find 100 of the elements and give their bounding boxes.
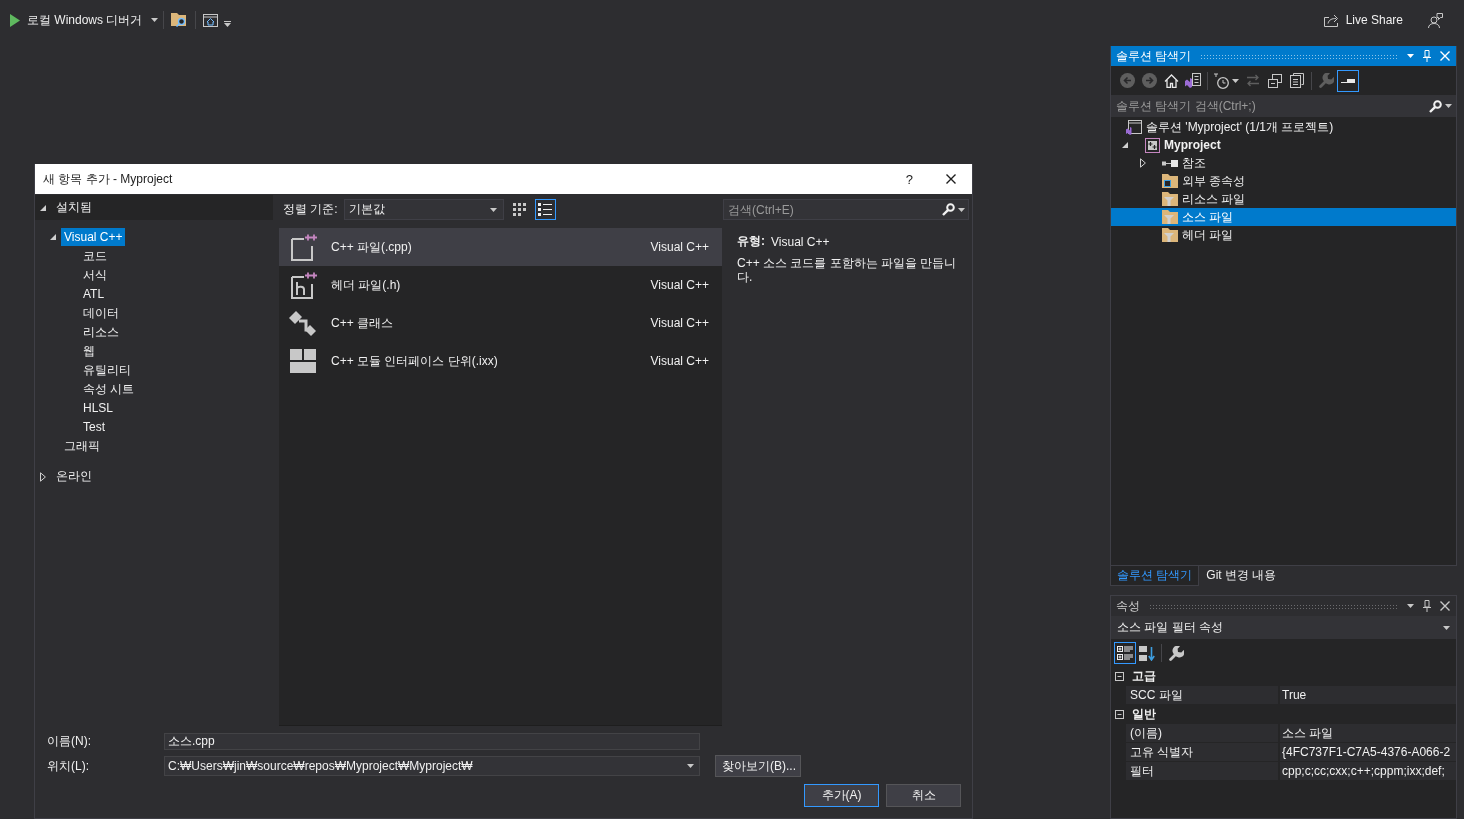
panel-title: 속성 — [1116, 597, 1140, 615]
tree-item[interactable]: 헤더 파일 — [1111, 226, 1456, 244]
debugger-button[interactable]: 로컬 Windows 디버거 — [10, 8, 159, 32]
category-item[interactable]: 속성 시트 — [80, 379, 138, 398]
template-name: C++ 모듈 인터페이스 단위(.ixx) — [331, 352, 499, 370]
property-name: 필터 — [1126, 762, 1278, 780]
caret-icon[interactable] — [1445, 104, 1452, 108]
collapsed-arrow-icon[interactable] — [40, 471, 46, 482]
category-item[interactable]: 그래픽 — [61, 436, 103, 455]
location-combobox[interactable]: C:₩Users₩jin₩source₩repos₩Myproject₩Myproject₩ — [164, 756, 700, 776]
list-view-icon — [538, 203, 553, 216]
add-button[interactable]: 추가(A) — [804, 784, 879, 807]
category-item[interactable]: HLSL — [80, 398, 117, 417]
category-item[interactable]: 데이터 — [80, 303, 122, 322]
header-file-icon — [289, 271, 317, 299]
category-item[interactable]: 코드 — [80, 246, 110, 265]
template-name: C++ 클래스 — [331, 314, 394, 332]
section-header[interactable]: 온라인 — [35, 464, 273, 489]
cancel-button[interactable]: 취소 — [886, 784, 961, 807]
pin-icon[interactable] — [1423, 50, 1431, 62]
folder-search-icon[interactable] — [171, 13, 188, 27]
minus-box-icon[interactable] — [1115, 672, 1124, 681]
tree-item[interactable]: 외부 종속성 — [1111, 172, 1456, 190]
template-category: Visual C++ — [650, 316, 709, 330]
tree-item[interactable]: 소스 파일 — [1111, 208, 1456, 226]
window-home-icon[interactable] — [203, 13, 219, 27]
collapsed-arrow-icon[interactable] — [1140, 158, 1146, 168]
caret-icon[interactable] — [489, 207, 497, 212]
caret-icon[interactable] — [151, 18, 159, 22]
caret-icon[interactable] — [1443, 625, 1450, 630]
filter-folder-icon — [1162, 228, 1178, 242]
location-label: 위치(L): — [47, 757, 90, 775]
cpp-file-icon — [289, 233, 317, 261]
browse-button[interactable]: 찾아보기(B)... — [715, 755, 801, 777]
wrench-icon — [1168, 645, 1184, 661]
category-label: 고급 — [1132, 668, 1156, 685]
template-item[interactable]: 헤더 파일(.h) Visual C++ — [279, 266, 722, 304]
list-view-button[interactable] — [534, 199, 556, 220]
feedback-icon[interactable] — [1428, 12, 1443, 28]
template-item[interactable]: C++ 모듈 인터페이스 단위(.ixx) Visual C++ — [279, 342, 722, 380]
category-item[interactable]: 서식 — [80, 265, 110, 284]
property-value[interactable]: True — [1280, 686, 1456, 704]
panel-tab[interactable]: Git 변경 내용 — [1199, 566, 1284, 586]
caret-icon[interactable] — [1407, 604, 1414, 608]
category-item[interactable]: Visual C++ — [61, 227, 126, 246]
template-item[interactable]: C++ 클래스 Visual C++ — [279, 304, 722, 342]
expanded-arrow-icon[interactable] — [50, 233, 56, 240]
category-item[interactable]: 웹 — [80, 341, 98, 360]
property-value[interactable]: {4FC737F1-C7A5-4376-A066-2 — [1280, 743, 1456, 761]
live-share-button[interactable]: Live Share — [1323, 8, 1403, 32]
categorized-button[interactable] — [1114, 642, 1136, 664]
template-category: Visual C++ — [650, 354, 709, 368]
category-item[interactable]: 리소스 — [80, 322, 122, 341]
share-icon — [1323, 13, 1339, 27]
category-item[interactable]: Test — [80, 417, 108, 436]
folder-icon — [1162, 174, 1178, 188]
search-icon[interactable] — [942, 203, 955, 216]
grid-view-icon — [512, 203, 526, 216]
search-icon[interactable] — [1429, 99, 1442, 113]
expanded-arrow-icon[interactable] — [1122, 142, 1128, 148]
caret-icon[interactable] — [1407, 54, 1414, 58]
close-icon[interactable] — [946, 174, 956, 184]
property-value[interactable]: 소스 파일 — [1280, 724, 1456, 742]
search-field[interactable]: 검색(Ctrl+E) — [723, 199, 969, 220]
property-value[interactable]: cpp;c;cc;cxx;c++;cppm;ixx;def; — [1280, 762, 1456, 780]
panel-title: 솔루션 탐색기 — [1116, 47, 1192, 65]
section-header[interactable]: 설치됨 — [35, 195, 273, 220]
tree-item[interactable]: Myproject — [1111, 136, 1456, 154]
object-selector[interactable]: 소스 파일 필터 속성 — [1111, 616, 1456, 639]
caret-icon[interactable] — [958, 207, 965, 212]
category-item[interactable]: 유틸리티 — [80, 360, 134, 379]
dialog-title: 새 항목 추가 - Myproject — [43, 170, 174, 188]
connected-blocks-icon — [1162, 159, 1178, 167]
tree-item[interactable]: 리소스 파일 — [1111, 190, 1456, 208]
panel-tab[interactable]: 솔루션 탐색기 — [1110, 566, 1200, 586]
pin-icon[interactable] — [1423, 600, 1431, 612]
name-input[interactable]: 소스.cpp — [164, 732, 700, 750]
tree-item[interactable]: 참조 — [1111, 154, 1456, 172]
tree-item[interactable]: 솔루션 'Myproject' (1/1개 프로젝트) — [1111, 118, 1456, 136]
help-button[interactable]: ? — [905, 171, 913, 187]
property-name: SCC 파일 — [1126, 686, 1278, 704]
minus-box-icon[interactable] — [1115, 710, 1124, 719]
description-text: C++ 소스 코드를 포함하는 파일을 만듭니다. — [737, 256, 958, 284]
sort-label: 정렬 기준: — [283, 201, 338, 218]
template-name: C++ 파일(.cpp) — [331, 238, 413, 256]
caret-icon[interactable] — [687, 764, 694, 768]
preview-button[interactable] — [1337, 69, 1359, 92]
categorized-list-icon — [1117, 646, 1133, 660]
class-diagram-icon — [289, 309, 317, 337]
sort-dropdown[interactable]: 기본값 — [343, 199, 504, 220]
property-name: (이름) — [1126, 724, 1278, 742]
overflow-caret-icon[interactable] — [224, 21, 232, 27]
project-icon — [1144, 137, 1160, 153]
category-item[interactable]: ATL — [80, 284, 108, 303]
search-field[interactable]: 솔루션 탐색기 검색(Ctrl+;) — [1111, 95, 1456, 117]
caret-icon[interactable] — [1232, 78, 1239, 83]
category-label: 일반 — [1132, 706, 1156, 723]
template-item[interactable]: C++ 파일(.cpp) Visual C++ — [279, 228, 722, 266]
template-category: Visual C++ — [650, 240, 709, 254]
expanded-arrow-icon[interactable] — [40, 204, 46, 211]
